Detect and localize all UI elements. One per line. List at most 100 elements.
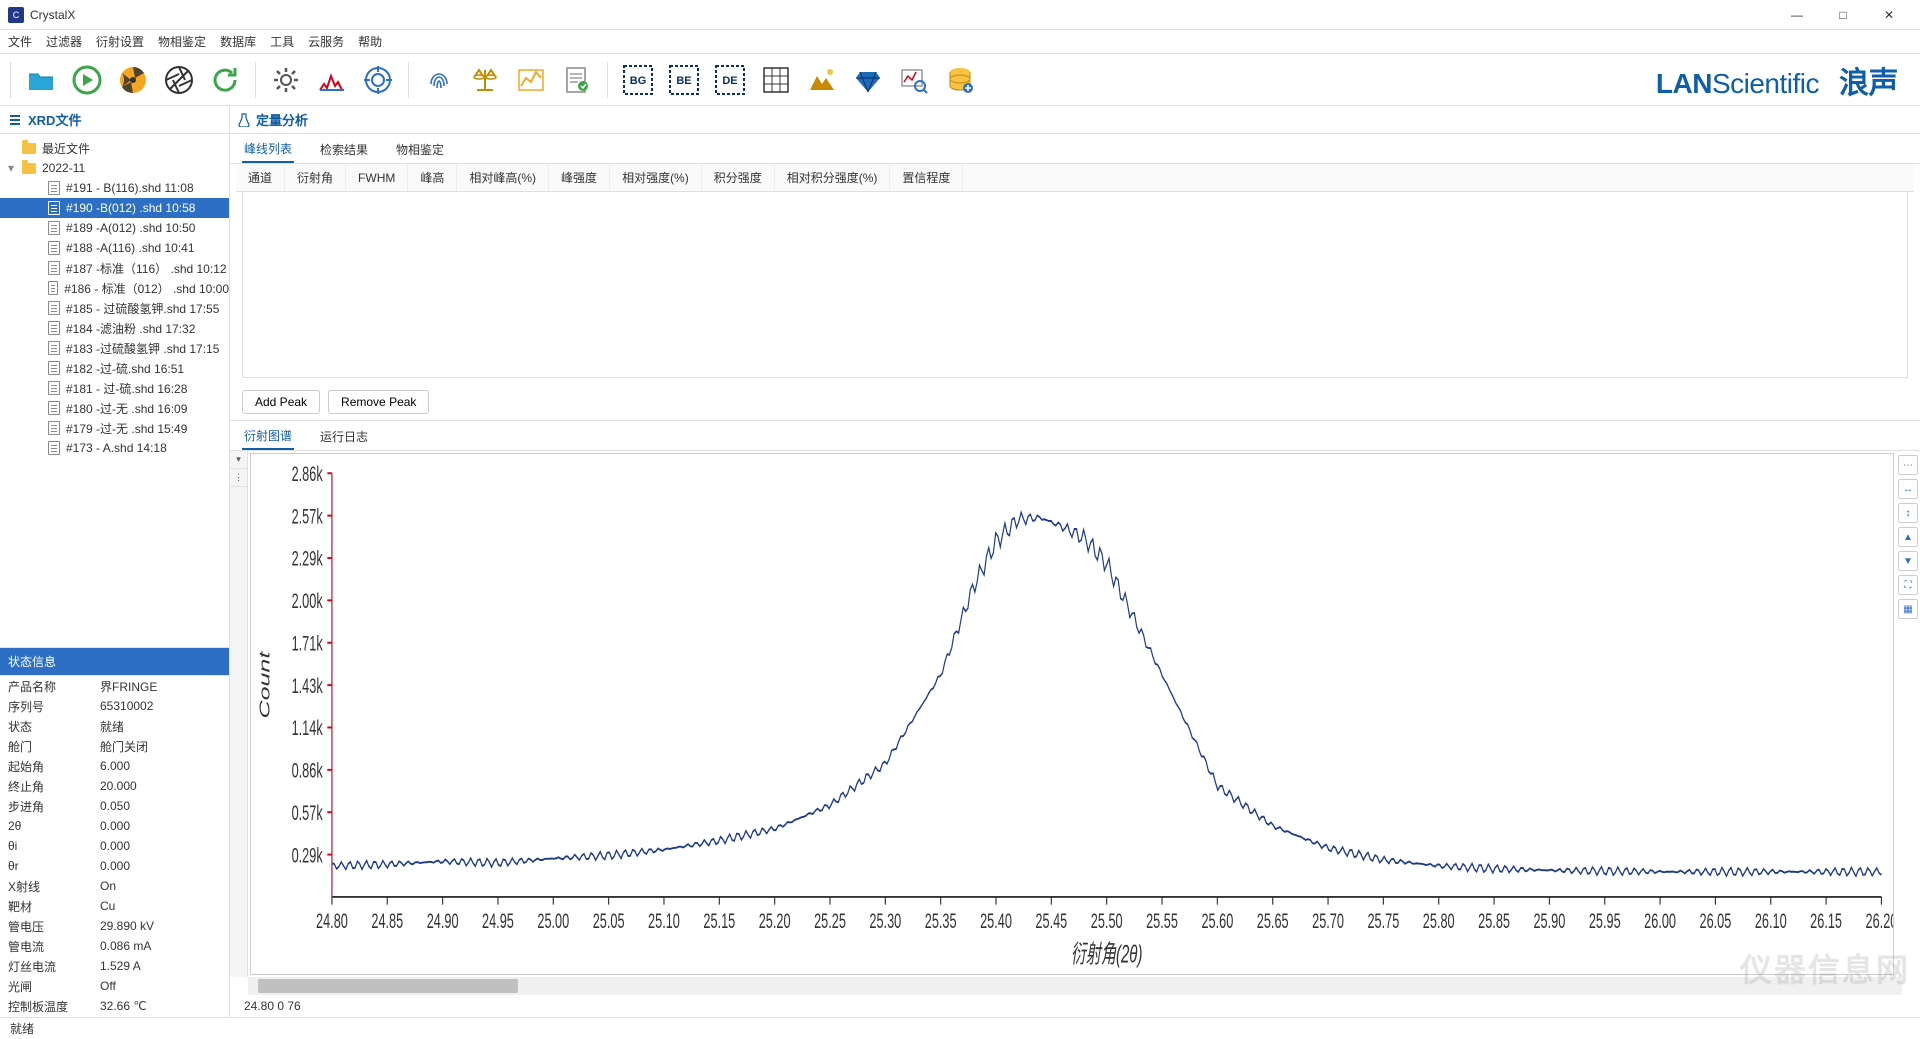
tree-item[interactable]: #188 -A(116) .shd 10:41 bbox=[0, 238, 229, 258]
toolbar-grid-icon[interactable] bbox=[756, 60, 796, 100]
svg-text:24.85: 24.85 bbox=[371, 908, 403, 932]
tab-quant-tabs-1[interactable]: 检索结果 bbox=[318, 135, 370, 163]
peak-col[interactable]: 通道 bbox=[236, 164, 285, 191]
toolbar-target-icon[interactable] bbox=[358, 60, 398, 100]
svg-text:25.60: 25.60 bbox=[1201, 908, 1233, 932]
toolbar-be-icon[interactable]: BE bbox=[664, 60, 704, 100]
tree-item[interactable]: #187 -标准（116） .shd 10:12 bbox=[0, 258, 229, 278]
tree-item[interactable]: #183 -过硫酸氢钾 .shd 17:15 bbox=[0, 338, 229, 358]
tab-chart-tabs-0[interactable]: 衍射图谱 bbox=[242, 422, 294, 450]
peak-col[interactable]: 相对峰高(%) bbox=[457, 164, 549, 191]
toolbar-fingerprint-icon[interactable] bbox=[419, 60, 459, 100]
toolbar-report-icon[interactable] bbox=[557, 60, 597, 100]
add-peak-button[interactable]: Add Peak bbox=[242, 390, 320, 414]
toolbar-radiation-icon[interactable] bbox=[113, 60, 153, 100]
tab-quant-tabs-2[interactable]: 物相鉴定 bbox=[394, 135, 446, 163]
tree-item[interactable]: #184 -滤油粉 .shd 17:32 bbox=[0, 318, 229, 338]
tree-item[interactable]: #189 -A(012) .shd 10:50 bbox=[0, 218, 229, 238]
menu-2[interactable]: 衍射设置 bbox=[96, 33, 144, 50]
tree-item[interactable]: #173 - A.shd 14:18 bbox=[0, 438, 229, 458]
tree-item[interactable]: #181 - 过-硫.shd 16:28 bbox=[0, 378, 229, 398]
toolbar-balance-icon[interactable] bbox=[465, 60, 505, 100]
chart-zoom-v-icon[interactable]: ↕ bbox=[1898, 503, 1918, 523]
peak-col[interactable]: 峰高 bbox=[408, 164, 457, 191]
svg-text:25.05: 25.05 bbox=[593, 908, 625, 932]
toolbar-de-icon[interactable]: DE bbox=[710, 60, 750, 100]
peak-col[interactable]: 相对积分强度(%) bbox=[775, 164, 891, 191]
peak-col[interactable]: 相对强度(%) bbox=[610, 164, 702, 191]
tab-chart-tabs-1[interactable]: 运行日志 bbox=[318, 422, 370, 450]
status-grid: 产品名称界FRINGE序列号65310002状态就绪舱门舱门关闭起始角6.000… bbox=[0, 676, 229, 1017]
peak-col[interactable]: FWHM bbox=[346, 164, 408, 191]
chart-down-icon[interactable]: ▼ bbox=[1898, 551, 1918, 571]
menu-7[interactable]: 帮助 bbox=[358, 33, 382, 50]
svg-text:26.20: 26.20 bbox=[1866, 908, 1893, 932]
chart-zoom-h-icon[interactable]: ↔ bbox=[1898, 479, 1918, 499]
tree-item[interactable]: #179 -过-无 .shd 15:49 bbox=[0, 418, 229, 438]
menu-4[interactable]: 数据库 bbox=[220, 33, 256, 50]
tab-quant-tabs-0[interactable]: 峰线列表 bbox=[242, 135, 294, 163]
diffraction-chart[interactable]: 0.29k0.57k0.86k1.14k1.43k1.71k2.00k2.29k… bbox=[250, 453, 1894, 975]
chart-gutter-grip-icon[interactable]: ⋮ bbox=[230, 469, 247, 487]
toolbar-open-icon[interactable] bbox=[21, 60, 61, 100]
peak-col[interactable]: 衍射角 bbox=[285, 164, 346, 191]
toolbar-mountain-icon[interactable] bbox=[802, 60, 842, 100]
tree-item[interactable]: #191 - B(116).shd 11:08 bbox=[0, 178, 229, 198]
tree-item[interactable]: #190 -B(012) .shd 10:58 bbox=[0, 198, 229, 218]
menu-3[interactable]: 物相鉴定 bbox=[158, 33, 206, 50]
toolbar-gear-icon[interactable] bbox=[266, 60, 306, 100]
svg-text:DE: DE bbox=[722, 75, 737, 87]
svg-text:2.86k: 2.86k bbox=[292, 462, 323, 486]
chart-menu-icon[interactable]: ⋯ bbox=[1898, 455, 1918, 475]
svg-text:25.80: 25.80 bbox=[1423, 908, 1455, 932]
chart-table-icon[interactable]: ▦ bbox=[1898, 599, 1918, 619]
peak-table-body[interactable] bbox=[242, 192, 1908, 378]
toolbar-play-icon[interactable] bbox=[67, 60, 107, 100]
toolbar-peaks-icon[interactable] bbox=[312, 60, 352, 100]
svg-text:25.85: 25.85 bbox=[1478, 908, 1510, 932]
window-minimize[interactable]: — bbox=[1774, 0, 1820, 30]
tree-item[interactable]: #186 - 标准（012） .shd 10:00 bbox=[0, 278, 229, 298]
menu-5[interactable]: 工具 bbox=[270, 33, 294, 50]
menu-6[interactable]: 云服务 bbox=[308, 33, 344, 50]
status-row: 灯丝电流1.529 A bbox=[0, 956, 229, 976]
menu-1[interactable]: 过滤器 bbox=[46, 33, 82, 50]
tree-item[interactable]: #182 -过-硫.shd 16:51 bbox=[0, 358, 229, 378]
app-icon: C bbox=[8, 7, 24, 23]
svg-text:25.30: 25.30 bbox=[869, 908, 901, 932]
tree-item[interactable]: #180 -过-无 .shd 16:09 bbox=[0, 398, 229, 418]
svg-text:25.50: 25.50 bbox=[1091, 908, 1123, 932]
peak-col[interactable]: 峰强度 bbox=[549, 164, 610, 191]
tree-item[interactable]: 2022-11 bbox=[0, 158, 229, 178]
window-maximize[interactable]: □ bbox=[1820, 0, 1866, 30]
file-tree[interactable]: 最近文件2022-11#191 - B(116).shd 11:08#190 -… bbox=[0, 134, 229, 647]
menu-0[interactable]: 文件 bbox=[8, 33, 32, 50]
toolbar-aperture-icon[interactable] bbox=[159, 60, 199, 100]
toolbar-chartline-icon[interactable] bbox=[511, 60, 551, 100]
chart-gutter-collapse-icon[interactable]: ▾ bbox=[230, 451, 247, 469]
menubar: 文件过滤器衍射设置物相鉴定数据库工具云服务帮助 bbox=[0, 30, 1920, 54]
toolbar-chartsearch-icon[interactable] bbox=[894, 60, 934, 100]
remove-peak-button[interactable]: Remove Peak bbox=[328, 390, 429, 414]
quant-panel-header: 定量分析 bbox=[230, 106, 1920, 134]
status-row: 2θ0.000 bbox=[0, 816, 229, 836]
toolbar-database-icon[interactable] bbox=[940, 60, 980, 100]
status-row: 光闸Off bbox=[0, 976, 229, 996]
tree-item[interactable]: 最近文件 bbox=[0, 138, 229, 158]
svg-text:Count: Count bbox=[256, 650, 273, 718]
status-row: 管电流0.086 mA bbox=[0, 936, 229, 956]
chart-up-icon[interactable]: ▲ bbox=[1898, 527, 1918, 547]
svg-text:0.29k: 0.29k bbox=[292, 843, 323, 867]
chart-fit-icon[interactable]: ⛶ bbox=[1898, 575, 1918, 595]
peak-col[interactable]: 积分强度 bbox=[702, 164, 775, 191]
status-row: 控制板温度32.66 ℃ bbox=[0, 996, 229, 1016]
svg-text:25.95: 25.95 bbox=[1589, 908, 1621, 932]
peak-col[interactable]: 置信程度 bbox=[890, 164, 963, 191]
toolbar-bg-icon[interactable]: BG bbox=[618, 60, 658, 100]
window-close[interactable]: ✕ bbox=[1866, 0, 1912, 30]
toolbar-refresh-icon[interactable] bbox=[205, 60, 245, 100]
toolbar-gem-icon[interactable] bbox=[848, 60, 888, 100]
chart-hscrollbar[interactable] bbox=[248, 977, 1902, 995]
tree-item[interactable]: #185 - 过硫酸氢钾.shd 17:55 bbox=[0, 298, 229, 318]
status-row: 产品名称界FRINGE bbox=[0, 676, 229, 696]
